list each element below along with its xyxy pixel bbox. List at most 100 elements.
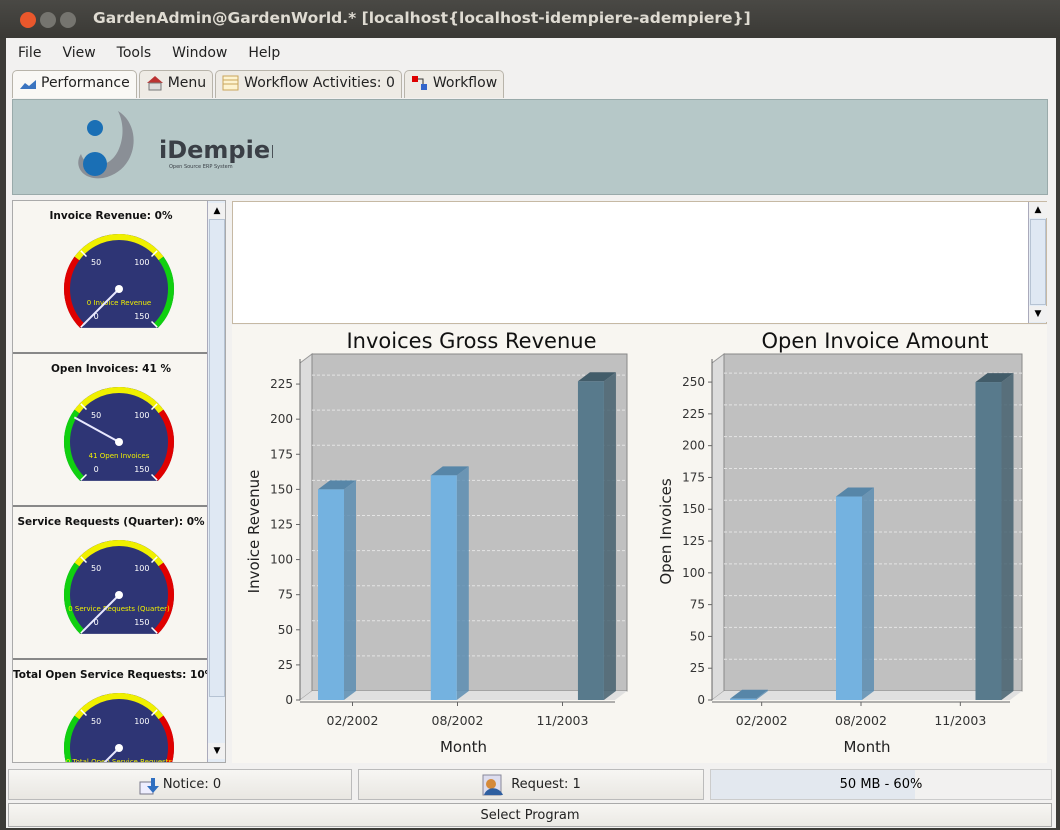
chart-side-wall bbox=[711, 353, 725, 701]
gauge-title: Service Requests (Quarter): 0% bbox=[17, 516, 205, 528]
gauge-title: Invoice Revenue: 0% bbox=[49, 210, 173, 222]
y-tick-label: 100 bbox=[270, 553, 293, 567]
tab-menu[interactable]: Menu bbox=[138, 70, 214, 98]
y-tick-label: 75 bbox=[278, 588, 293, 602]
y-tick-label: 100 bbox=[682, 566, 705, 580]
charts-area: Invoices Gross Revenue 0 25 50 75 100 125 150 17… bbox=[232, 325, 1047, 763]
x-tick-label: 08/2002 bbox=[835, 713, 887, 728]
gauge-title: Open Invoices: 41 % bbox=[51, 363, 171, 375]
gauge-value-label: 41 Open Invoices bbox=[89, 452, 150, 460]
gauge-pivot bbox=[115, 744, 123, 752]
scroll-up-button[interactable]: ▲ bbox=[208, 203, 225, 219]
menu-view[interactable]: View bbox=[62, 45, 95, 61]
y-tick-label: 0 bbox=[285, 693, 293, 707]
y-tick-label: 200 bbox=[270, 412, 293, 426]
scrollbar-thumb[interactable] bbox=[209, 219, 225, 697]
scroll-up-button[interactable]: ▲ bbox=[1029, 202, 1047, 218]
gauge-tick-label: 50 bbox=[91, 411, 101, 420]
gauge-card[interactable]: Service Requests (Quarter): 0% 0 50 100 150 0… bbox=[13, 507, 209, 660]
y-tick-label: 50 bbox=[690, 629, 705, 643]
gauge-tick-label: 100 bbox=[134, 411, 149, 420]
gauge-value-label: 0 Total Open Service Requests bbox=[66, 758, 173, 763]
tab-workflow-activities[interactable]: Workflow Activities: 0 bbox=[215, 70, 402, 98]
gauge-pivot bbox=[115, 438, 123, 446]
menu-window[interactable]: Window bbox=[172, 45, 227, 61]
performance-gauges-panel: Invoice Revenue: 0% 0 50 100 150 0 Invoice Re… bbox=[12, 200, 226, 763]
home-icon bbox=[146, 75, 164, 91]
idempiere-logo: iDempiere Open Source ERP System bbox=[78, 111, 273, 179]
menu-file[interactable]: File bbox=[18, 45, 41, 61]
gauge-tick-label: 100 bbox=[134, 564, 149, 573]
memory-text: 50 MB - 60% bbox=[839, 777, 923, 792]
gauges-scrollbar[interactable]: ▲ ▼ bbox=[207, 201, 225, 762]
notice-download-icon bbox=[139, 777, 159, 794]
maximize-window-button[interactable] bbox=[60, 12, 76, 28]
workflow-icon bbox=[411, 75, 429, 91]
close-window-button[interactable] bbox=[20, 12, 36, 28]
y-tick-label: 50 bbox=[278, 623, 293, 637]
gauge-tick-label: 50 bbox=[91, 717, 101, 726]
y-tick-label: 175 bbox=[270, 447, 293, 461]
window-title: GardenAdmin@GardenWorld.* [localhost{loc… bbox=[93, 9, 751, 27]
notice-button[interactable]: Notice: 0 bbox=[8, 769, 352, 800]
x-tick-label: 11/2003 bbox=[934, 713, 986, 728]
gauge-face bbox=[64, 387, 174, 481]
gauge-dial: 0501001500 Total Open Service Requests bbox=[64, 693, 175, 763]
y-tick-label: 125 bbox=[682, 534, 705, 548]
y-tick-label: 125 bbox=[270, 517, 293, 531]
gauge-card[interactable]: Open Invoices: 41 % 0 50 100 150 41 Open Invo… bbox=[13, 354, 209, 507]
charts-svg: Invoices Gross Revenue 0 25 50 75 100 125 150 17… bbox=[245, 329, 1023, 756]
request-people-icon bbox=[481, 774, 505, 796]
scrollbar-thumb[interactable] bbox=[1030, 219, 1046, 305]
gauge-tick-label: 150 bbox=[134, 465, 149, 474]
gauge-pivot bbox=[115, 285, 123, 293]
y-tick-label: 150 bbox=[682, 502, 705, 516]
gauge-face bbox=[64, 540, 174, 634]
gauge-value-label: 0 Invoice Revenue bbox=[87, 299, 151, 307]
bar bbox=[836, 487, 874, 700]
y-tick-label: 0 bbox=[697, 693, 705, 707]
gauge-tick-label: 150 bbox=[134, 618, 149, 627]
calendar-icon bbox=[222, 75, 240, 91]
status-line: Select Program bbox=[8, 803, 1052, 827]
memory-indicator[interactable]: 50 MB - 60% bbox=[710, 769, 1052, 800]
tab-performance[interactable]: Performance bbox=[12, 70, 137, 98]
title-bar: GardenAdmin@GardenWorld.* [localhost{loc… bbox=[0, 0, 1060, 38]
y-tick-label: 225 bbox=[270, 377, 293, 391]
menu-help[interactable]: Help bbox=[248, 45, 280, 61]
gauge-dial: 050 1001500 Service Requests (Quarter) bbox=[64, 540, 174, 634]
y-tick-label: 225 bbox=[682, 407, 705, 421]
y-tick-label: 25 bbox=[278, 658, 293, 672]
gauge-card[interactable]: Total Open Service Requests: 10%05010015… bbox=[13, 660, 209, 763]
gauge-title: Total Open Service Requests: 10% bbox=[13, 669, 209, 681]
y-tick-label: 25 bbox=[690, 661, 705, 675]
gauge-tick-label: 0 bbox=[94, 465, 99, 474]
gauge-face bbox=[64, 693, 175, 762]
request-button[interactable]: Request: 1 bbox=[358, 769, 704, 800]
gauge-value-label: 0 Service Requests (Quarter) bbox=[68, 605, 170, 613]
chart-side-wall bbox=[299, 353, 313, 701]
menu-tools[interactable]: Tools bbox=[117, 45, 152, 61]
logo-banner: iDempiere Open Source ERP System bbox=[12, 99, 1048, 195]
minimize-window-button[interactable] bbox=[40, 12, 56, 28]
detail-text-area[interactable]: ▲ ▼ bbox=[232, 201, 1047, 324]
bar bbox=[975, 373, 1014, 700]
gauge-card[interactable]: Invoice Revenue: 0% 0 50 100 150 0 Invoice Re… bbox=[13, 201, 209, 354]
scroll-down-button[interactable]: ▼ bbox=[1029, 306, 1047, 322]
x-axis-label: Month bbox=[843, 738, 890, 756]
chart-title: Open Invoice Amount bbox=[761, 329, 988, 353]
x-tick-label: 11/2003 bbox=[537, 713, 589, 728]
gauge-dial: 0 50 100 150 41 Open Invoices bbox=[64, 387, 174, 481]
y-axis-label: Open Invoices bbox=[657, 478, 675, 584]
detail-scrollbar[interactable]: ▲ ▼ bbox=[1028, 202, 1047, 323]
x-axis-label: Month bbox=[440, 738, 487, 756]
gauge-tick-label: 50 bbox=[91, 258, 101, 267]
bar bbox=[577, 372, 616, 700]
x-tick-label: 02/2002 bbox=[736, 713, 788, 728]
gauge-tick-label: 150 bbox=[134, 312, 149, 321]
tab-workflow[interactable]: Workflow bbox=[403, 70, 505, 98]
scroll-down-button[interactable]: ▼ bbox=[208, 743, 225, 759]
y-tick-label: 200 bbox=[682, 439, 705, 453]
y-tick-label: 175 bbox=[682, 470, 705, 484]
x-tick-label: 08/2002 bbox=[432, 713, 484, 728]
